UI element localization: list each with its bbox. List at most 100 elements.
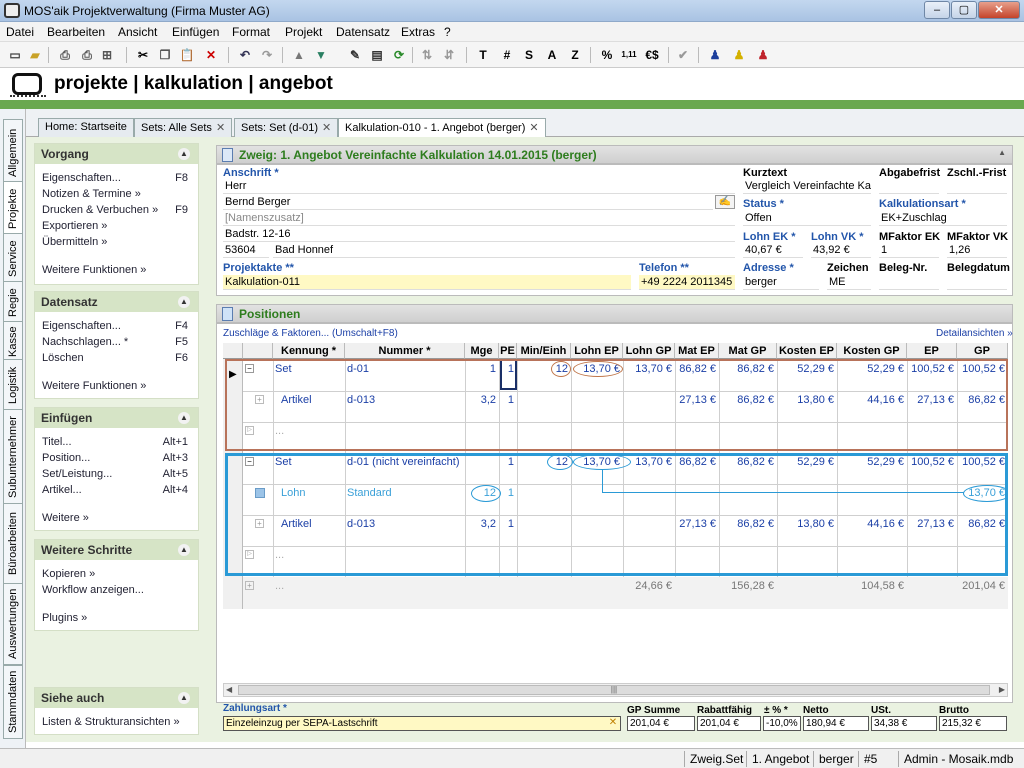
link-eigenschaften[interactable]: Eigenschaften... [42, 320, 121, 332]
minimize-button[interactable]: – [924, 1, 950, 19]
siehe-auch-header[interactable]: Siehe auch ▲ [35, 688, 198, 708]
plz-field[interactable]: 53604 [223, 243, 269, 258]
table-cell[interactable]: ... [275, 580, 284, 592]
vtab-regie[interactable]: Regie [3, 281, 23, 325]
col-lohn-ep[interactable]: Lohn EP [571, 343, 623, 359]
collapse-icon[interactable]: ▲ [178, 296, 190, 308]
tab-kalkulation[interactable]: Kalkulation-010 - 1. Angebot (berger) ✕ [338, 118, 546, 138]
close-tab-icon[interactable]: ✕ [216, 122, 225, 134]
link-uebermitteln[interactable]: Übermitteln » [42, 236, 107, 248]
scroll-left-icon[interactable]: ◀ [226, 685, 232, 694]
check-icon[interactable]: ✔ [674, 46, 692, 64]
status-field[interactable]: Offen [743, 211, 871, 226]
edit-pencil-icon[interactable]: ✎ [346, 46, 364, 64]
redo-icon[interactable]: ↷ [258, 46, 276, 64]
vtab-bueroarbeiten[interactable]: Büroarbeiten [3, 503, 23, 585]
zuschlaege-link[interactable]: Zuschläge & Faktoren... (Umschalt+F8) [223, 328, 398, 339]
menu-projekt[interactable]: Projekt [285, 25, 322, 39]
menu-extras[interactable]: Extras [401, 25, 435, 39]
decimal-button[interactable]: 1,11 [618, 46, 640, 64]
col-kosten-ep[interactable]: Kosten EP [777, 343, 837, 359]
zahlungsart-field[interactable]: Einzeleinzug per SEPA-Lastschrift [223, 716, 621, 731]
link-listen[interactable]: Listen & Strukturansichten » [42, 716, 180, 728]
new-document-icon[interactable]: ▭ [6, 46, 24, 64]
maximize-button[interactable]: ▢ [951, 1, 977, 19]
menu-datei[interactable]: Datei [6, 25, 34, 39]
col-kosten-gp[interactable]: Kosten GP [837, 343, 907, 359]
close-tab-icon[interactable]: ✕ [529, 122, 538, 134]
datensatz-header[interactable]: Datensatz ▲ [35, 292, 198, 312]
link-weitere[interactable]: Weitere » [42, 512, 89, 524]
z-button[interactable]: Z [566, 46, 584, 64]
link-plugins[interactable]: Plugins » [42, 612, 87, 624]
vtab-allgemein[interactable]: Allgemein [3, 119, 23, 187]
link-eigenschaften[interactable]: Eigenschaften... [42, 172, 121, 184]
strasse-field[interactable]: Badstr. 12-16 [223, 227, 735, 242]
kalkulationsart-field[interactable]: EK+Zuschlag [879, 211, 1007, 226]
tab-home[interactable]: Home: Startseite [38, 118, 134, 137]
close-button[interactable]: ✕ [978, 1, 1020, 19]
vtab-projekte[interactable]: Projekte [3, 181, 23, 237]
detailansichten-link[interactable]: Detailansichten » [936, 328, 1013, 339]
link-weitere-funktionen[interactable]: Weitere Funktionen » [42, 264, 146, 276]
link-artikel[interactable]: Artikel... [42, 484, 82, 496]
copy-icon[interactable]: ❐ [156, 46, 174, 64]
abgabefrist-field[interactable] [879, 179, 939, 194]
belegdatum-field[interactable] [947, 275, 1007, 290]
collapse-icon[interactable]: ▲ [178, 544, 190, 556]
link-workflow[interactable]: Workflow anzeigen... [42, 584, 144, 596]
mfaktor-vk-field[interactable]: 1,26 [947, 243, 1007, 258]
vtab-logistik[interactable]: Logistik [3, 359, 23, 411]
name-field[interactable]: Bernd Berger [223, 195, 713, 210]
link-set-leistung[interactable]: Set/Leistung... [42, 468, 112, 480]
refresh-icon[interactable]: ⟳ [390, 46, 408, 64]
delete-icon[interactable]: ✕ [202, 46, 220, 64]
paste-icon[interactable]: 📋 [178, 46, 196, 64]
user-lock-blue-icon[interactable]: ♟ [706, 46, 724, 64]
namenszusatz-field[interactable]: [Namenszusatz] [223, 211, 735, 226]
link-loeschen[interactable]: Löschen [42, 352, 84, 364]
col-mge[interactable]: Mge [465, 343, 499, 359]
sort-icon[interactable]: ⇅ [418, 46, 436, 64]
menu-format[interactable]: Format [232, 25, 270, 39]
zeichen-field[interactable]: ME [827, 275, 871, 290]
einfuegen-header[interactable]: Einfügen ▲ [35, 408, 198, 428]
col-min-einh[interactable]: Min/Einh [517, 343, 571, 359]
percent-button[interactable]: % [598, 46, 616, 64]
anrede-field[interactable]: Herr [223, 179, 735, 194]
percent-field[interactable]: -10,0% [763, 716, 801, 731]
col-mat-ep[interactable]: Mat EP [675, 343, 719, 359]
hash-button[interactable]: # [498, 46, 516, 64]
weitere-schritte-header[interactable]: Weitere Schritte ▲ [35, 540, 198, 560]
collapse-icon[interactable]: ▲ [178, 692, 190, 704]
kurztext-field[interactable]: Vergleich Vereinfachte Kalk [743, 179, 871, 194]
vtab-kasse[interactable]: Kasse [3, 321, 23, 363]
link-position[interactable]: Position... [42, 452, 90, 464]
move-down-icon[interactable]: ▼ [312, 46, 330, 64]
col-nummer[interactable]: Nummer * [345, 343, 465, 359]
currency-button[interactable]: €$ [642, 46, 662, 64]
print-preview-icon[interactable]: ⎙ [78, 46, 96, 64]
user-lock-yellow-icon[interactable]: ♟ [730, 46, 748, 64]
scroll-thumb[interactable]: ||| [238, 685, 990, 695]
export-icon[interactable]: ⊞ [98, 46, 116, 64]
sort-desc-icon[interactable]: ⇵ [440, 46, 458, 64]
col-pe[interactable]: PE [499, 343, 517, 359]
col-mat-gp[interactable]: Mat GP [719, 343, 777, 359]
col-kennung[interactable]: Kennung * [273, 343, 345, 359]
lohn-vk-field[interactable]: 43,92 € [811, 243, 871, 258]
vtab-stammdaten[interactable]: Stammdaten [3, 665, 23, 739]
menu-bearbeiten[interactable]: Bearbeiten [47, 25, 105, 39]
format-painter-icon[interactable]: ▤ [368, 46, 386, 64]
link-notizen[interactable]: Notizen & Termine » [42, 188, 141, 200]
close-tab-icon[interactable]: ✕ [322, 122, 331, 134]
link-weitere-funktionen[interactable]: Weitere Funktionen » [42, 380, 146, 392]
clear-icon[interactable]: ✕ [606, 717, 620, 730]
link-titel[interactable]: Titel... [42, 436, 72, 448]
horizontal-scrollbar[interactable]: ◀ ||| ▶ [223, 683, 1008, 697]
telefon-field[interactable]: +49 2224 2011345 [639, 275, 735, 290]
cut-icon[interactable]: ✂ [134, 46, 152, 64]
print-icon[interactable]: ⎙ [56, 46, 74, 64]
adresse-field[interactable]: berger [743, 275, 819, 290]
tab-sets-alle[interactable]: Sets: Alle Sets ✕ [134, 118, 233, 137]
